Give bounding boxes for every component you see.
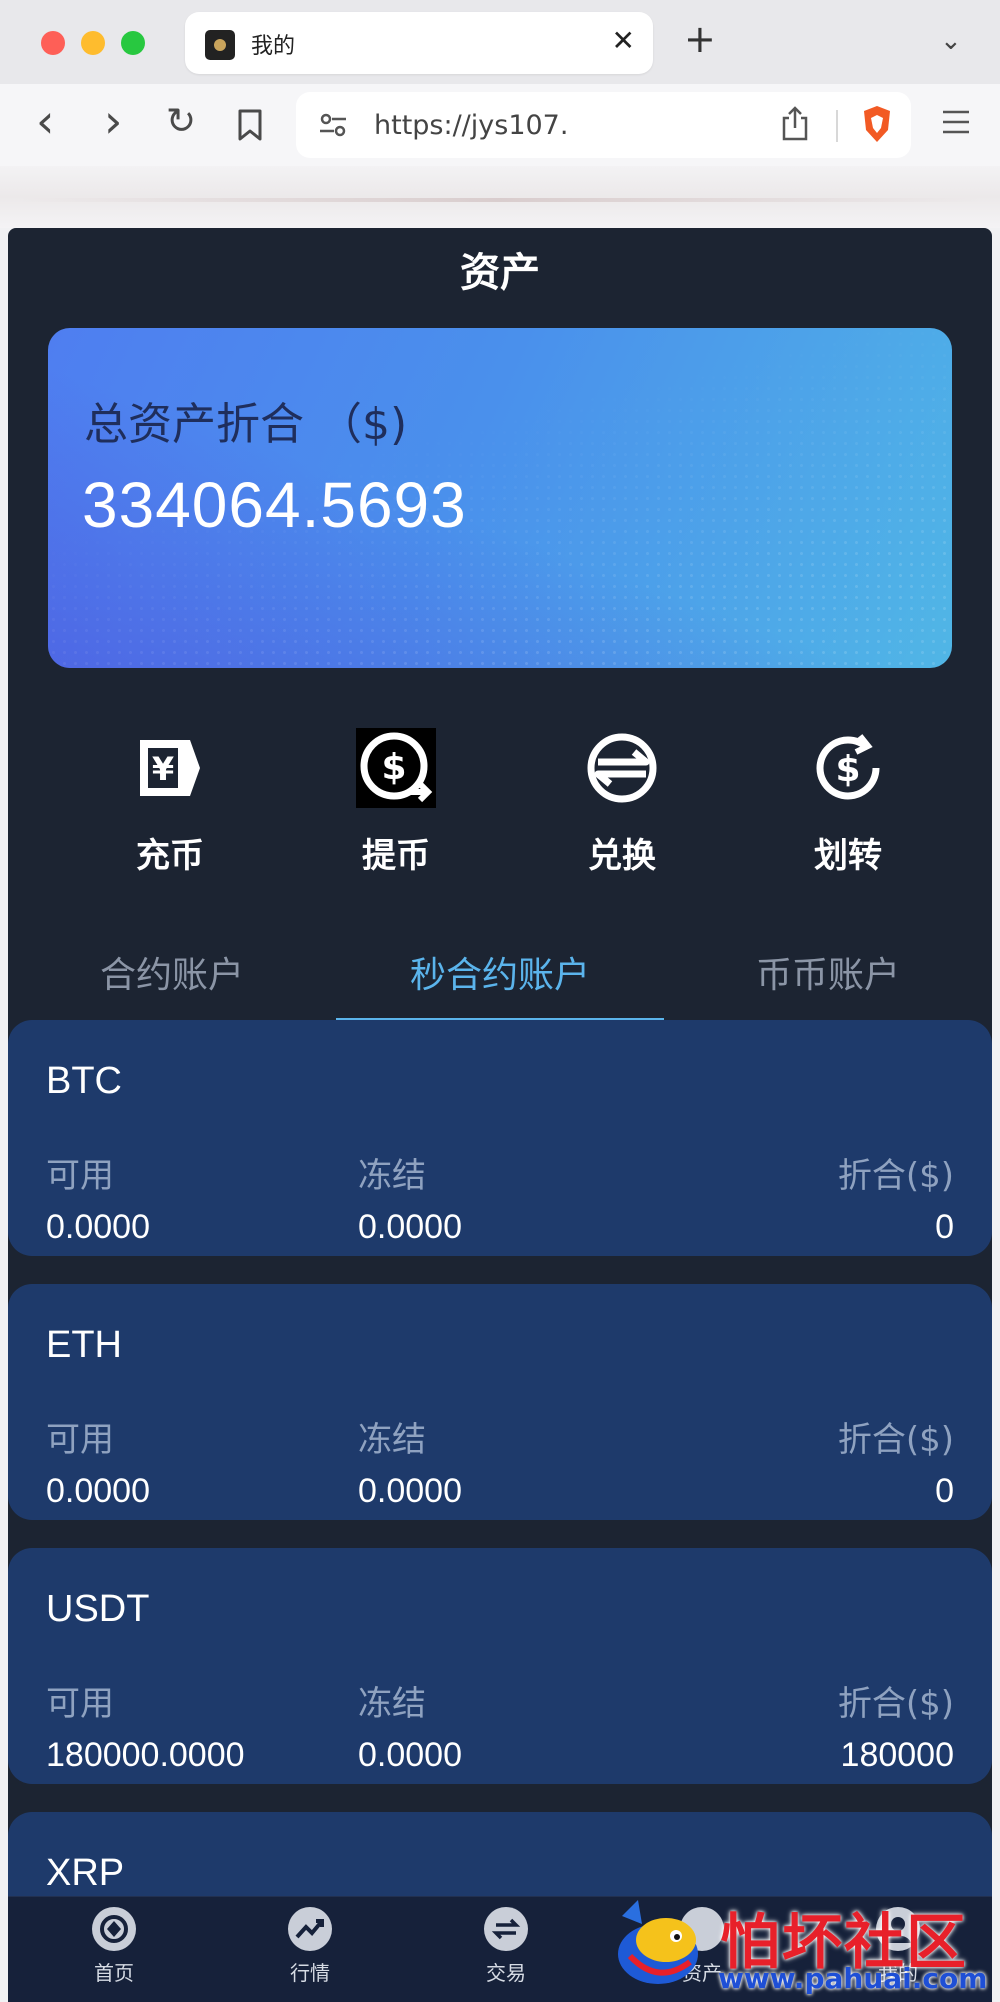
coin-name: BTC — [46, 1060, 122, 1102]
exchange-icon — [587, 733, 657, 803]
converted-value: 0 — [935, 1208, 954, 1246]
frozen-label: 冻结 — [358, 1420, 426, 1460]
coin-name: ETH — [46, 1324, 122, 1366]
window-zoom-button[interactable] — [121, 31, 145, 55]
divider — [836, 110, 838, 142]
available-label: 可用 — [46, 1684, 114, 1724]
address-bar[interactable]: https://jys107. — [296, 92, 911, 158]
frozen-label: 冻结 — [358, 1684, 426, 1724]
deposit-icon: ¥ — [140, 740, 200, 796]
bookmark-icon[interactable] — [236, 108, 264, 142]
tab-second-contract-account[interactable]: 秒合约账户 — [336, 918, 664, 1018]
frozen-value: 0.0000 — [358, 1472, 462, 1510]
nav-trade[interactable]: 交易 — [446, 1907, 566, 2002]
watermark-logo-icon — [618, 1900, 698, 1984]
withdraw-icon: $ — [356, 728, 436, 808]
watermark-url: www.pahuai.com — [718, 1962, 988, 1995]
frozen-value: 0.0000 — [358, 1208, 462, 1246]
tab-close-icon[interactable]: ✕ — [612, 24, 635, 57]
available-label: 可用 — [46, 1420, 114, 1460]
nav-label: 交易 — [486, 1961, 526, 1985]
total-assets-label: 总资产折合 （$) — [84, 399, 408, 450]
action-row: ¥ 充币 $ 提币 兑换 $ 划转 — [8, 728, 992, 878]
svg-text:$: $ — [835, 749, 860, 790]
back-button[interactable]: ‹ — [36, 98, 54, 144]
coin-name: XRP — [46, 1852, 125, 1894]
converted-label: 折合($) — [837, 1420, 954, 1460]
page-title: 资产 — [460, 250, 540, 296]
coin-name: USDT — [46, 1588, 150, 1630]
watermark: 怕坏社区 www.pahuai.com — [600, 1888, 1000, 2002]
action-label: 划转 — [814, 836, 882, 876]
browser-tab[interactable]: 我的 ✕ — [185, 12, 653, 74]
transfer-button[interactable]: $ 划转 — [768, 728, 928, 878]
site-settings-icon[interactable] — [318, 110, 348, 140]
url-text[interactable]: https://jys107. — [374, 110, 568, 141]
nav-label: 行情 — [290, 1961, 330, 1985]
converted-label: 折合($) — [837, 1684, 954, 1724]
transfer-icon: $ — [816, 734, 880, 800]
brave-shield-icon[interactable] — [860, 104, 894, 144]
account-tabs: 合约账户 秒合约账户 币币账户 — [8, 918, 992, 1022]
home-icon — [92, 1907, 136, 1951]
site-favicon-icon — [205, 30, 235, 60]
exchange-button[interactable]: 兑换 — [542, 728, 702, 878]
forward-button[interactable]: › — [104, 98, 122, 144]
browser-toolbar: ‹ › ↻ https://jys107. — [0, 84, 1000, 166]
converted-value: 0 — [935, 1472, 954, 1510]
new-tab-button[interactable]: + — [684, 20, 716, 58]
nav-label: 首页 — [94, 1961, 134, 1985]
coin-card-btc[interactable]: BTC 可用 冻结 折合($) 0.0000 0.0000 0 — [8, 1020, 992, 1256]
tab-title: 我的 — [251, 34, 296, 59]
window-minimize-button[interactable] — [81, 31, 105, 55]
reload-button[interactable]: ↻ — [166, 104, 196, 140]
coin-card-usdt[interactable]: USDT 可用 冻结 折合($) 180000.0000 0.0000 1800… — [8, 1548, 992, 1784]
market-icon — [288, 1907, 332, 1951]
hamburger-menu-icon[interactable] — [940, 108, 972, 136]
deposit-button[interactable]: ¥ 充币 — [90, 728, 250, 878]
available-value: 180000.0000 — [46, 1736, 245, 1774]
frozen-label: 冻结 — [358, 1156, 426, 1196]
svg-text:$: $ — [381, 747, 406, 788]
browser-tab-bar: 我的 ✕ + ⌄ — [0, 0, 1000, 84]
nav-market[interactable]: 行情 — [250, 1907, 370, 2002]
total-assets-value: 334064.5693 — [82, 469, 467, 541]
action-label: 兑换 — [588, 836, 656, 876]
chevron-down-icon[interactable]: ⌄ — [940, 26, 962, 56]
total-assets-card: 总资产折合 （$) 334064.5693 — [48, 328, 952, 668]
converted-label: 折合($) — [837, 1156, 954, 1196]
page-top-edge — [0, 166, 1000, 228]
svg-text:¥: ¥ — [152, 750, 174, 788]
tab-spot-account[interactable]: 币币账户 — [664, 918, 992, 1018]
share-icon[interactable] — [780, 106, 810, 142]
trade-icon — [484, 1907, 528, 1951]
available-label: 可用 — [46, 1156, 114, 1196]
available-value: 0.0000 — [46, 1208, 150, 1246]
converted-value: 180000 — [840, 1736, 954, 1774]
nav-home[interactable]: 首页 — [54, 1907, 174, 2002]
action-label: 充币 — [136, 836, 204, 876]
tab-contract-account[interactable]: 合约账户 — [8, 918, 336, 1018]
frozen-value: 0.0000 — [358, 1736, 462, 1774]
coin-card-eth[interactable]: ETH 可用 冻结 折合($) 0.0000 0.0000 0 — [8, 1284, 992, 1520]
available-value: 0.0000 — [46, 1472, 150, 1510]
window-close-button[interactable] — [41, 31, 65, 55]
withdraw-button[interactable]: $ 提币 — [316, 728, 476, 878]
action-label: 提币 — [362, 836, 430, 876]
assets-page: 资产 总资产折合 （$) 334064.5693 ¥ 充币 $ 提币 兑换 $ … — [8, 228, 992, 2002]
